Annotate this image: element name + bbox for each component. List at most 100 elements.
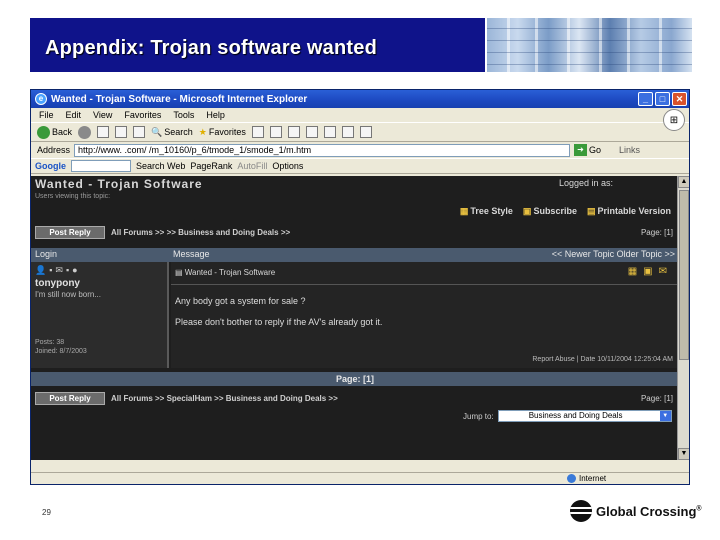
- menu-file[interactable]: File: [39, 110, 54, 120]
- windows-logo-icon: ⊞: [663, 109, 685, 131]
- slide-page-number: 29: [42, 508, 51, 517]
- post-subject-text: Wanted - Trojan Software: [184, 268, 276, 277]
- menu-edit[interactable]: Edit: [66, 110, 82, 120]
- back-arrow-icon: [37, 125, 50, 139]
- search-web-button[interactable]: Search Web: [136, 161, 185, 171]
- page-indicator-bottom: Page: [1]: [640, 394, 673, 403]
- message-column-header: Message: [173, 249, 210, 259]
- post-body-line-2: Please don't bother to reply if the AV's…: [175, 317, 383, 327]
- logo-text-main: Global Crossing: [596, 503, 697, 519]
- folder-icon[interactable]: [341, 126, 354, 138]
- topic-nav-links[interactable]: << Newer Topic Older Topic >>: [552, 249, 675, 259]
- global-crossing-logo: Global Crossing®: [570, 500, 702, 522]
- search-label: Search: [164, 127, 193, 137]
- jump-to-select[interactable]: Business and Doing Deals ▼: [497, 410, 672, 422]
- tree-style-label: Tree Style: [470, 206, 513, 216]
- subscribe-icon: ▣: [522, 206, 532, 216]
- back-button[interactable]: Back: [37, 125, 73, 139]
- scroll-thumb[interactable]: [679, 190, 689, 360]
- slide-title: Appendix: Trojan software wanted: [45, 37, 377, 59]
- subscribe-link[interactable]: ▣ Subscribe: [523, 206, 577, 217]
- logged-in-label: Logged in as:: [559, 178, 614, 188]
- menu-help[interactable]: Help: [206, 110, 225, 120]
- google-toolbar: Google Search Web PageRank AutoFill Opti…: [31, 158, 689, 174]
- printable-link[interactable]: ▤ Printable Version: [587, 206, 671, 217]
- vertical-scrollbar[interactable]: ▲ ▼: [677, 176, 689, 460]
- users-viewing-label: Users viewing this topic:: [35, 193, 111, 200]
- close-button[interactable]: ✕: [672, 92, 687, 106]
- forum-topic-title: Wanted - Trojan Software: [35, 177, 203, 191]
- autofill-button[interactable]: AutoFill: [237, 161, 267, 171]
- globe-icon: [567, 474, 576, 483]
- menu-favorites[interactable]: Favorites: [124, 110, 161, 120]
- refresh-icon[interactable]: [115, 126, 128, 138]
- post-subject: ▤ Wanted - Trojan Software: [175, 268, 275, 277]
- ie-icon: e: [35, 93, 47, 105]
- edit-icon[interactable]: [323, 126, 336, 138]
- print-icon[interactable]: [305, 126, 318, 138]
- bottom-nav-row: Post Reply All Forums >> SpecialHam >> B…: [35, 392, 675, 406]
- building-image: [487, 18, 692, 72]
- go-label: Go: [589, 145, 602, 155]
- tree-icon: ▦: [459, 206, 469, 216]
- jump-to-selected: Business and Doing Deals: [528, 411, 623, 420]
- favorites-button[interactable]: ★ Favorites: [199, 127, 246, 138]
- history-icon[interactable]: [269, 126, 282, 138]
- address-bar: Address http://www. .com/ /m_10160/p_6/t…: [31, 142, 689, 158]
- home-icon[interactable]: [133, 126, 146, 138]
- go-button[interactable]: ➜ Go: [574, 144, 601, 156]
- post-user-stats: Posts: 38 Joined: 8/7/2003: [35, 338, 87, 356]
- browser-window: e Wanted - Trojan Software - Microsoft I…: [30, 89, 690, 485]
- forward-button[interactable]: [78, 125, 92, 139]
- stop-icon[interactable]: [97, 126, 110, 138]
- window-titlebar: e Wanted - Trojan Software - Microsoft I…: [31, 90, 689, 108]
- media-icon[interactable]: [251, 126, 264, 138]
- post-reply-button-bottom[interactable]: Post Reply: [35, 392, 105, 405]
- tree-style-link[interactable]: ▦ Tree Style: [460, 206, 513, 217]
- printable-label: Printable Version: [597, 206, 671, 216]
- back-label: Back: [52, 127, 73, 137]
- google-logo[interactable]: Google: [35, 161, 66, 171]
- status-zone: Internet: [567, 474, 606, 483]
- post-footer[interactable]: Report Abuse | Date 10/11/2004 12:25:04 …: [532, 356, 673, 363]
- breadcrumb-top[interactable]: All Forums >> >> Business and Doing Deal…: [111, 228, 290, 237]
- slide-header: Appendix: Trojan software wanted: [30, 18, 692, 72]
- options-button[interactable]: Options: [272, 161, 303, 171]
- scroll-down-icon[interactable]: ▼: [678, 448, 689, 460]
- messenger-icon[interactable]: [359, 126, 372, 138]
- mail-icon[interactable]: [287, 126, 300, 138]
- star-icon: ★: [198, 126, 207, 137]
- post-body-line-1: Any body got a system for sale ?: [175, 296, 306, 306]
- post-header-row: Login Message << Newer Topic Older Topic…: [31, 248, 679, 262]
- user-action-icons[interactable]: 👤▪✉▪●: [35, 265, 81, 276]
- title-bar: Appendix: Trojan software wanted: [30, 18, 485, 72]
- breadcrumb-bottom[interactable]: All Forums >> SpecialHam >> Business and…: [111, 394, 338, 403]
- search-button[interactable]: 🔍 Search: [151, 127, 193, 138]
- links-label[interactable]: Links: [619, 145, 640, 155]
- menu-view[interactable]: View: [93, 110, 112, 120]
- post-reply-button-top[interactable]: Post Reply: [35, 226, 105, 239]
- top-nav-row: Post Reply All Forums >> >> Business and…: [35, 226, 675, 240]
- menu-tools[interactable]: Tools: [173, 110, 194, 120]
- post-action-icons[interactable]: ▦▣✉: [628, 266, 673, 277]
- logo-trademark: ®: [696, 505, 702, 513]
- page-band: Page: [1]: [31, 372, 679, 386]
- address-input[interactable]: http://www. .com/ /m_10160/p_6/tmode_1/s…: [74, 143, 571, 157]
- login-column-header: Login: [35, 249, 58, 259]
- forward-arrow-icon: [78, 125, 92, 139]
- post-username[interactable]: tonypony: [35, 278, 80, 289]
- dropdown-arrow-icon: ▼: [659, 411, 671, 421]
- favorites-label: Favorites: [208, 127, 246, 137]
- toolbar: Back 🔍 Search ★ Favorites: [31, 122, 689, 142]
- minimize-button[interactable]: _: [638, 92, 653, 106]
- post-count: Posts: 38: [35, 339, 65, 346]
- forum-page: Wanted - Trojan Software Logged in as: U…: [31, 176, 679, 460]
- scroll-up-icon[interactable]: ▲: [678, 176, 689, 188]
- jump-to-label: Jump to:: [463, 411, 494, 421]
- menu-bar: File Edit View Favorites Tools Help ⊞: [31, 108, 689, 131]
- global-crossing-mark-icon: [570, 500, 592, 522]
- post-message-panel: ▤ Wanted - Trojan Software ▦▣✉ Any body …: [171, 262, 679, 368]
- maximize-button[interactable]: □: [655, 92, 670, 106]
- search-icon: 🔍: [151, 126, 163, 137]
- google-search-input[interactable]: [71, 160, 131, 172]
